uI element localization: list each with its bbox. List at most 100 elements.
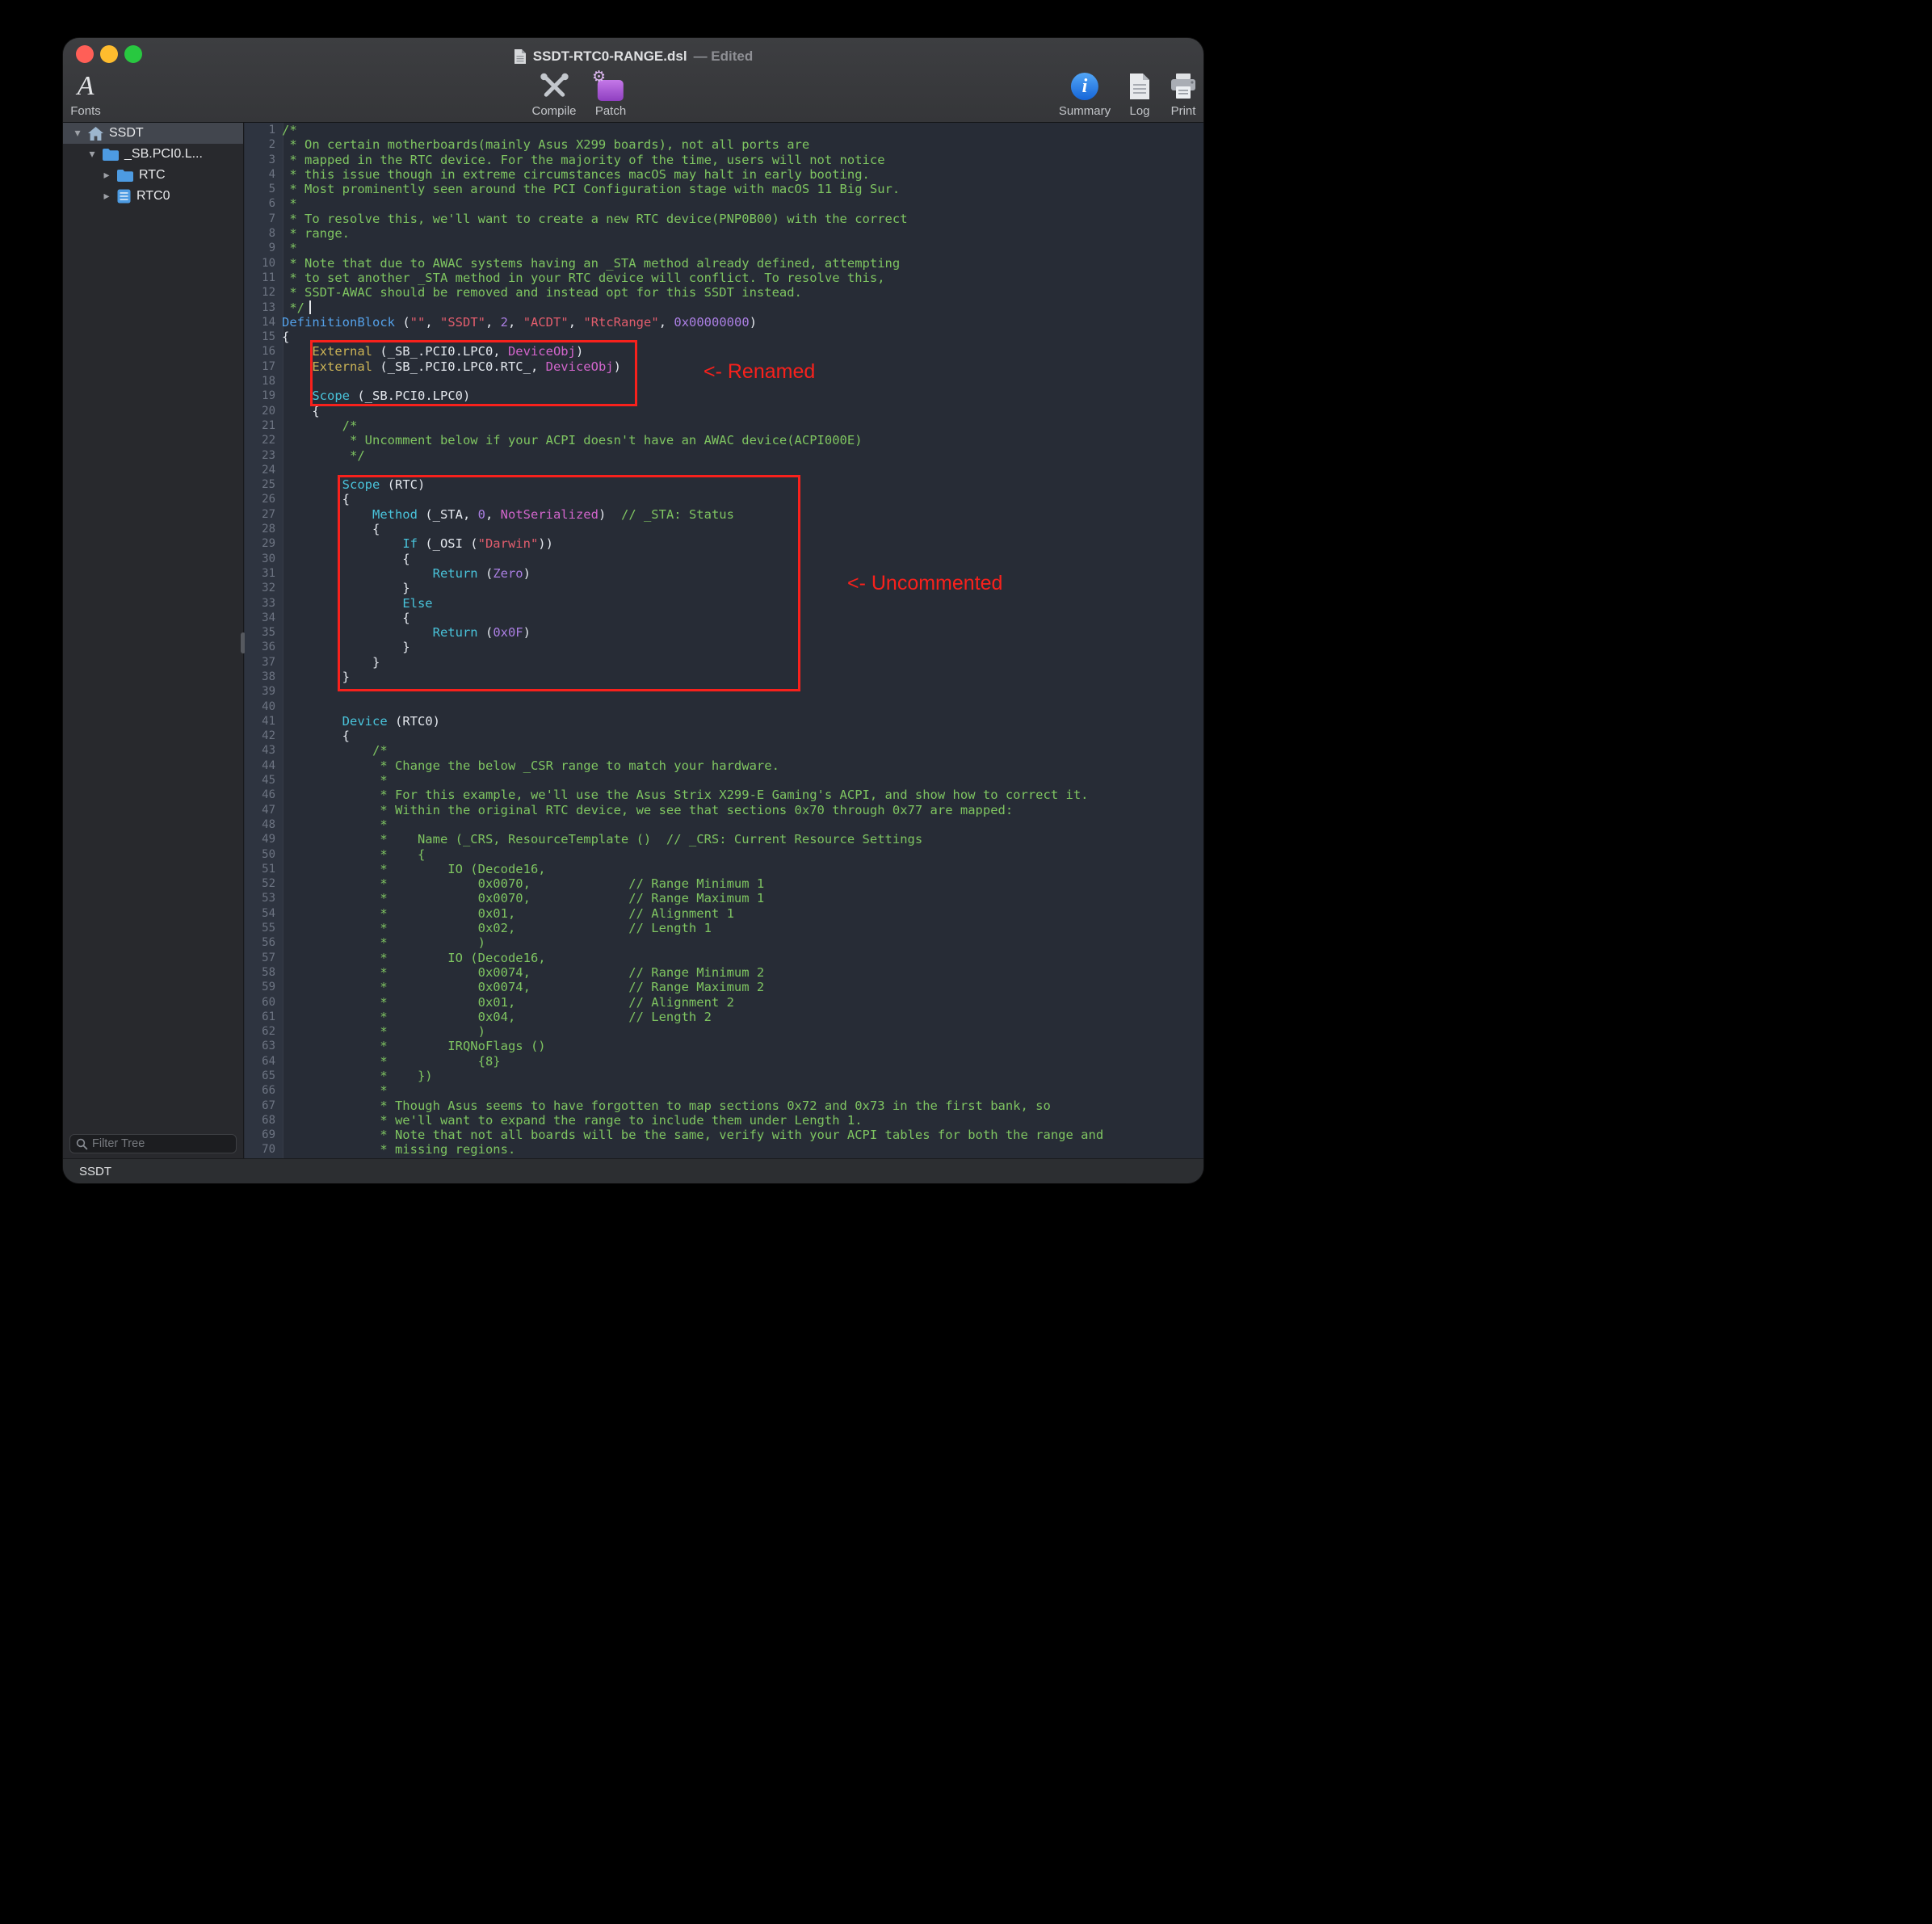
code-line: 57 * IO (Decode16,: [245, 951, 1203, 965]
chevron-down-icon[interactable]: ▾: [73, 127, 82, 140]
tree-item-label: RTC0: [136, 189, 170, 204]
line-number: 59: [245, 980, 279, 994]
patch-button[interactable]: ⚙ Patch: [595, 70, 626, 118]
line-number: 15: [245, 330, 279, 344]
line-number: 28: [245, 522, 279, 536]
window-title-edited-suffix: — Edited: [694, 48, 754, 65]
filter-placeholder: Filter Tree: [92, 1137, 145, 1150]
print-button[interactable]: Print: [1169, 70, 1198, 118]
printer-icon: [1169, 73, 1198, 100]
code-line: 65 * }): [245, 1069, 1203, 1083]
sidebar-item-sb-pci0-l[interactable]: ▾ _SB.PCI0.L...: [63, 144, 243, 165]
line-number: 2: [245, 137, 279, 152]
chevron-right-icon[interactable]: ▸: [102, 190, 111, 203]
statusbar-text: SSDT: [79, 1165, 111, 1178]
line-number: 9: [245, 241, 279, 255]
zoom-button[interactable]: [124, 45, 142, 63]
code-line: 23 */: [245, 448, 1203, 463]
folder-icon: [103, 148, 119, 161]
line-number: 45: [245, 773, 279, 788]
line-number: 35: [245, 625, 279, 640]
close-button[interactable]: [76, 45, 94, 63]
line-number: 55: [245, 921, 279, 935]
chevron-down-icon[interactable]: ▾: [87, 148, 97, 161]
document-icon: [117, 189, 131, 204]
window-header: SSDT-RTC0-RANGE.dsl — Edited A Fonts: [63, 38, 1203, 123]
line-number: 16: [245, 344, 279, 359]
code-line: 40: [245, 699, 1203, 714]
sidebar-item-rtc[interactable]: ▸ RTC: [63, 165, 243, 186]
line-number: 4: [245, 167, 279, 182]
titlebar: SSDT-RTC0-RANGE.dsl — Edited: [63, 38, 1203, 69]
text-cursor: [309, 300, 311, 314]
line-number: 10: [245, 256, 279, 271]
compile-tools-icon: [539, 72, 569, 101]
code-line: 13 */: [245, 300, 1203, 315]
line-number: 24: [245, 463, 279, 477]
line-number: 46: [245, 788, 279, 802]
annotation-box-renamed: [310, 340, 637, 406]
line-number: 65: [245, 1069, 279, 1083]
window-title-group: SSDT-RTC0-RANGE.dsl — Edited: [514, 48, 753, 65]
line-number: 19: [245, 389, 279, 403]
filter-tree-input[interactable]: Filter Tree: [69, 1134, 237, 1153]
tree-item-label: RTC: [139, 168, 166, 183]
line-number: 37: [245, 655, 279, 670]
code-line: 14DefinitionBlock ("", "SSDT", 2, "ACDT"…: [245, 315, 1203, 330]
annotation-label-renamed: <- Renamed: [704, 360, 815, 384]
line-number: 30: [245, 552, 279, 566]
sidebar-item-ssdt[interactable]: ▾SSDT: [63, 123, 243, 144]
sidebar-tree: ▾SSDT▾_SB.PCI0.L...▸RTC▸RTC0: [63, 123, 243, 207]
summary-button[interactable]: i Summary: [1059, 70, 1111, 118]
code-line: 56 * ): [245, 935, 1203, 950]
code-line: 50 * {: [245, 847, 1203, 862]
line-number: 21: [245, 418, 279, 433]
line-number: 11: [245, 271, 279, 285]
code-line: 4 * this issue though in extreme circums…: [245, 167, 1203, 182]
line-number: 53: [245, 891, 279, 905]
fonts-label: Fonts: [70, 104, 101, 118]
fonts-icon: A: [78, 73, 94, 100]
code-line: 41 Device (RTC0): [245, 714, 1203, 729]
code-line: 46 * For this example, we'll use the Asu…: [245, 788, 1203, 802]
code-editor[interactable]: 1/*2 * On certain motherboards(mainly As…: [245, 123, 1203, 1158]
code-line: 5 * Most prominently seen around the PCI…: [245, 182, 1203, 196]
line-number: 64: [245, 1054, 279, 1069]
line-number: 14: [245, 315, 279, 330]
code-line: 43 /*: [245, 743, 1203, 758]
line-number: 13: [245, 300, 279, 315]
line-number: 47: [245, 803, 279, 817]
code-line: 9 *: [245, 241, 1203, 255]
line-number: 56: [245, 935, 279, 950]
code-line: 64 * {8}: [245, 1054, 1203, 1069]
code-line: 63 * IRQNoFlags (): [245, 1039, 1203, 1053]
compile-button[interactable]: Compile: [531, 70, 576, 118]
document-proxy-icon[interactable]: [514, 48, 527, 65]
minimize-button[interactable]: [100, 45, 118, 63]
log-button[interactable]: Log: [1128, 70, 1151, 118]
tree-item-label: _SB.PCI0.L...: [124, 147, 203, 162]
chevron-right-icon[interactable]: ▸: [102, 169, 111, 182]
patch-label: Patch: [595, 104, 626, 118]
line-number: 48: [245, 817, 279, 832]
desktop-background: SSDT-RTC0-RANGE.dsl — Edited A Fonts: [0, 0, 1932, 1924]
line-number: 40: [245, 699, 279, 714]
line-number: 25: [245, 477, 279, 492]
print-label: Print: [1171, 104, 1196, 118]
line-number: 61: [245, 1010, 279, 1024]
fonts-button[interactable]: A Fonts: [70, 70, 101, 118]
sidebar-item-rtc0[interactable]: ▸ RTC0: [63, 186, 243, 207]
code-line: 53 * 0x0070, // Range Maximum 1: [245, 891, 1203, 905]
compile-label: Compile: [531, 104, 576, 118]
code-line: 67 * Though Asus seems to have forgotten…: [245, 1099, 1203, 1113]
line-number: 58: [245, 965, 279, 980]
line-number: 17: [245, 359, 279, 374]
code-line: 69 * Note that not all boards will be th…: [245, 1128, 1203, 1142]
info-icon: i: [1071, 73, 1098, 100]
line-number: 41: [245, 714, 279, 729]
line-number: 12: [245, 285, 279, 300]
code-line: 62 * ): [245, 1024, 1203, 1039]
line-number: 33: [245, 596, 279, 611]
line-number: 29: [245, 536, 279, 551]
line-number: 23: [245, 448, 279, 463]
